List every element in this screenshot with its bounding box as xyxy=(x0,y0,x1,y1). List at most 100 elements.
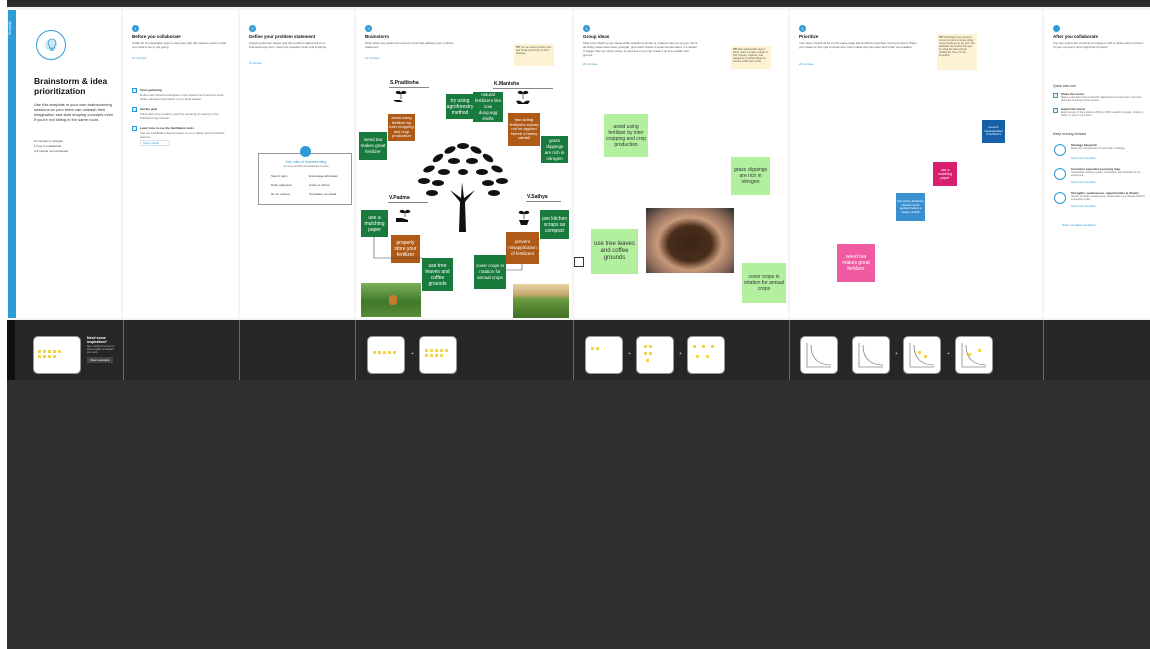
sticky-note[interactable]: use tree leaves and coffee grounds xyxy=(591,229,638,274)
template-title: Brainstorm & idea prioritization xyxy=(34,76,108,96)
rule-item: Stay in topic. xyxy=(271,174,289,178)
rule-item: If possible, be visual. xyxy=(309,192,337,196)
step-title: Learn how to use the facilitation tools xyxy=(140,126,194,130)
step-icon xyxy=(1053,25,1060,32)
plus-icon: + xyxy=(947,351,950,357)
keep-moving-title: Keep moving forward xyxy=(1053,132,1087,136)
strip-divider xyxy=(355,320,356,380)
rule-item: Defer judgment. xyxy=(271,183,293,187)
tip-text: Add customizable tags to sticky notes to… xyxy=(733,48,768,63)
brainstorm-frame: 3 Brainstorm Write down any ideas that c… xyxy=(356,10,572,318)
group-time: 20 minutes xyxy=(583,62,598,66)
prioritize-thumbnail[interactable] xyxy=(903,336,941,374)
tip-text: Participants can use their cursors to po… xyxy=(939,36,975,57)
sticky-note[interactable]: grass clippings are rich in nitrogen xyxy=(731,157,770,195)
group-thumbnail[interactable] xyxy=(687,336,725,374)
strip-divider xyxy=(789,320,790,380)
prioritize-tip: TIP Participants can use their cursors t… xyxy=(937,34,977,70)
prioritize-thumbnail[interactable] xyxy=(955,336,993,374)
strip-left-edge xyxy=(7,320,15,380)
rules-title: Key rules of brainstorming xyxy=(285,160,327,164)
step-number: 4 xyxy=(583,25,590,32)
open-example-button[interactable]: Open example xyxy=(87,357,113,363)
template-tab-label: Template xyxy=(8,20,13,36)
sticky-note[interactable]: cover crops in rotation for annual crops xyxy=(742,263,786,303)
define-title: Define your problem statement xyxy=(249,34,316,39)
after-description: You can export the mural as an image or … xyxy=(1053,41,1144,49)
journey-map-icon xyxy=(1054,168,1066,180)
open-article-button[interactable]: Open article xyxy=(140,140,170,146)
define-frame: 2 Define your problem statement Applying… xyxy=(240,10,354,318)
example-thumbnail[interactable] xyxy=(33,336,81,374)
prioritize-thumbnail[interactable] xyxy=(852,336,890,374)
inspiration-title: Need some inspiration? xyxy=(87,336,108,344)
step-number: 2 xyxy=(249,25,256,32)
soil-hands-image xyxy=(646,208,734,273)
step-description: Define who should participate in the ses… xyxy=(140,93,225,101)
lightbulb-icon xyxy=(36,30,66,60)
sticky-note[interactable]: weed tea makes great fertilizer xyxy=(837,244,875,282)
define-time: 5 minutes xyxy=(249,61,263,65)
group-thumbnail[interactable] xyxy=(585,336,623,374)
plus-icon: + xyxy=(411,351,414,357)
item-description: Define the components of a new idea or s… xyxy=(1071,147,1126,150)
connector-lines xyxy=(373,236,523,271)
after-title: After you collaborate xyxy=(1053,34,1099,39)
share-icon xyxy=(1053,93,1058,98)
swot-icon xyxy=(1054,192,1066,204)
plus-icon: + xyxy=(679,351,682,357)
stat-collaborate: 1 hour to collaborate xyxy=(34,144,62,148)
checkbox-icon xyxy=(132,88,137,93)
step-title: Team gathering xyxy=(140,88,163,92)
template-frame: Template Brainstorm & idea prioritizatio… xyxy=(8,10,121,318)
before-title: Before you collaborate xyxy=(132,34,181,39)
prioritize-description: Your team should all be on the same page… xyxy=(799,41,917,49)
open-template-link[interactable]: Open the template xyxy=(1071,204,1096,208)
group-thumbnail[interactable] xyxy=(636,336,674,374)
open-template-link[interactable]: Open the template xyxy=(1071,180,1096,184)
brainstorm-thumbnail[interactable] xyxy=(367,336,405,374)
strip-divider xyxy=(123,320,124,380)
quick-addons-title: Quick add-ons xyxy=(1053,84,1076,88)
strip-divider xyxy=(573,320,574,380)
plus-icon: + xyxy=(895,351,898,357)
template-description: Use this template in your own brainstorm… xyxy=(34,102,114,122)
rules-card: Key rules of brainstorming To run an smo… xyxy=(258,146,352,205)
strip-divider xyxy=(239,320,240,380)
strip-divider xyxy=(1043,320,1044,380)
prioritize-title: Prioritize xyxy=(799,34,819,39)
prioritize-time: 20 minutes xyxy=(799,62,814,66)
plus-icon: + xyxy=(628,351,631,357)
group-tip: TIP Add customizable tags to sticky note… xyxy=(731,46,771,69)
group-frame: 4 Group ideas Take turns sharing your id… xyxy=(574,10,788,318)
rule-item: Encourage wild ideas. xyxy=(309,174,339,178)
group-title: Group ideas xyxy=(583,34,610,39)
export-description: Export a copy of the mural as a PNG or P… xyxy=(1061,111,1144,117)
group-description: Take turns sharing your ideas while clus… xyxy=(583,41,698,57)
rule-item: Listen to others. xyxy=(309,183,331,187)
prioritize-thumbnail[interactable] xyxy=(800,336,838,374)
sticky-note[interactable]: prevent misapplication of fertilizers xyxy=(982,120,1005,143)
before-description: A little bit of preparation goes a long … xyxy=(132,41,226,49)
field-photo xyxy=(513,284,569,318)
share-description: Share a view link to the mural with stak… xyxy=(1061,96,1142,102)
step-description: Use the Facilitation Superpowers to run … xyxy=(140,131,225,139)
step-number: 1 xyxy=(132,25,139,32)
blueprint-icon xyxy=(1054,144,1066,156)
board-canvas[interactable]: Template Brainstorm & idea prioritizatio… xyxy=(7,5,1150,649)
open-template-link[interactable]: Open the template xyxy=(1071,156,1096,160)
sticky-note[interactable]: avoid using fertilizer by inter cropping… xyxy=(604,114,648,157)
brainstorm-thumbnail[interactable] xyxy=(419,336,457,374)
item-description: Understand customer needs, motivations, … xyxy=(1071,171,1141,177)
sticky-note[interactable]: use a mulching paper xyxy=(933,162,957,186)
before-frame: 1 Before you collaborate A little bit of… xyxy=(123,10,238,318)
item-description: Identify strengths, weaknesses, opportun… xyxy=(1071,195,1145,201)
before-time: 10 minutes xyxy=(132,56,147,60)
export-icon xyxy=(1053,108,1058,113)
stat-prepare: 10 minutes to prepare xyxy=(34,139,64,143)
share-feedback-link[interactable]: Share template feedback xyxy=(1062,223,1095,227)
sticky-note[interactable]: fast acting fertilizers should not be ap… xyxy=(896,193,925,221)
inspiration-description: See a finished version of this template … xyxy=(87,345,115,354)
rule-item: Go for volume. xyxy=(271,192,291,196)
selection-handle[interactable] xyxy=(574,257,584,267)
